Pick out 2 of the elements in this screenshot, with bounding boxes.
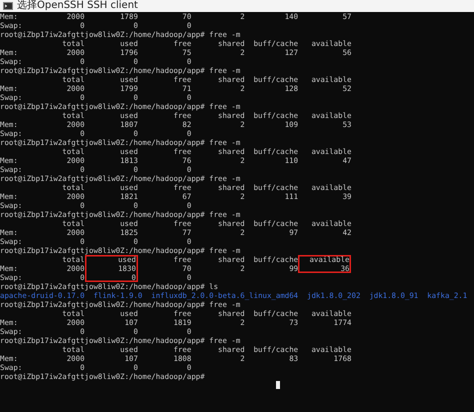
window-title: 选择OpenSSH SSH client xyxy=(17,0,138,12)
text-cursor xyxy=(276,381,280,389)
